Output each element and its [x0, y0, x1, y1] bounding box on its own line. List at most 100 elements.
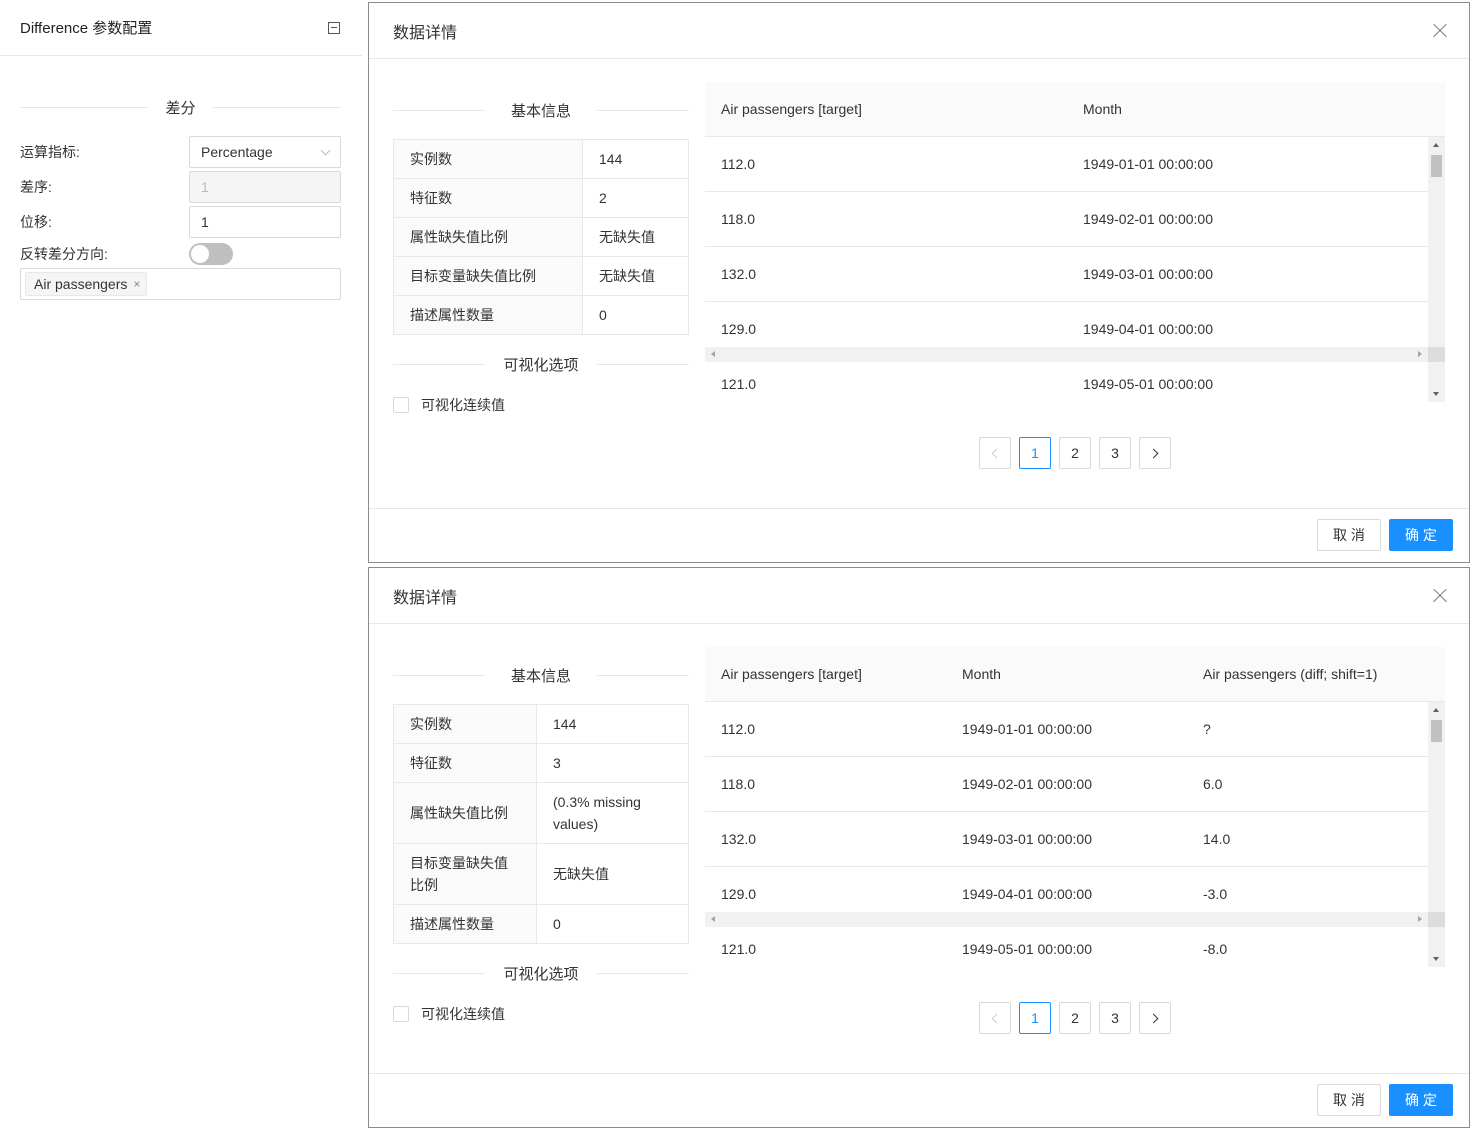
table-cell: 1949-05-01 00:00:00 — [962, 941, 1092, 957]
info-value: 2 — [582, 178, 689, 218]
shift-input-value: 1 — [201, 214, 209, 230]
table-cell: 132.0 — [721, 266, 757, 282]
info-row: 描述属性数量 0 — [393, 295, 689, 335]
reverse-label: 反转差分方向: — [20, 246, 108, 262]
cancel-button[interactable]: 取 消 — [1317, 519, 1381, 551]
page-3-button[interactable]: 3 — [1099, 1002, 1131, 1034]
table-cell: 118.0 — [721, 211, 755, 227]
page-1-button[interactable]: 1 — [1019, 1002, 1051, 1034]
dialog-footer: 取 消 确 定 — [369, 508, 1469, 562]
table-cell: 121.0 — [721, 941, 757, 957]
collapse-icon[interactable] — [328, 21, 340, 34]
column-header[interactable]: Air passengers [target] — [721, 82, 862, 137]
prev-page-button[interactable] — [979, 437, 1011, 469]
column-header[interactable]: Month — [1083, 82, 1122, 137]
info-value: 0 — [536, 904, 689, 944]
scroll-up-icon[interactable] — [1433, 143, 1439, 147]
table-cell: 1949-02-01 00:00:00 — [962, 776, 1092, 792]
close-icon[interactable]: × — [133, 277, 140, 291]
table-cell: 1949-03-01 00:00:00 — [962, 831, 1092, 847]
column-header[interactable]: Air passengers (diff; shift=1) — [1203, 647, 1377, 702]
scroll-thumb[interactable] — [1431, 720, 1442, 742]
page-2-button[interactable]: 2 — [1059, 437, 1091, 469]
shift-label: 位移: — [20, 214, 52, 230]
page-1-button[interactable]: 1 — [1019, 437, 1051, 469]
shift-input[interactable]: 1 — [189, 206, 341, 238]
scroll-thumb[interactable] — [1431, 155, 1442, 177]
table-cell: 14.0 — [1203, 831, 1231, 847]
scroll-up-icon[interactable] — [1433, 708, 1439, 712]
table-cell: 118.0 — [721, 776, 755, 792]
info-table: 实例数 144 特征数 2 属性缺失值比例 无缺失值 目标变量缺失值比例 无缺失… — [393, 139, 689, 335]
table-row: 121.0 1949-05-01 00:00:00 -8.0 — [705, 922, 1428, 967]
info-value: 无缺失值 — [582, 256, 689, 296]
cancel-button[interactable]: 取 消 — [1317, 1084, 1381, 1116]
column-header[interactable]: Month — [962, 647, 1001, 702]
column-select[interactable]: Air passengers × — [20, 268, 341, 300]
page-2-button[interactable]: 2 — [1059, 1002, 1091, 1034]
section-divider-difference: 差分 — [20, 96, 341, 118]
data-grid: Air passengers [target] Month 112.0 1949… — [705, 82, 1445, 418]
chevron-right-icon — [1148, 1013, 1159, 1023]
page-3-button[interactable]: 3 — [1099, 437, 1131, 469]
vis-options-title: 可视化选项 — [503, 357, 579, 374]
info-row: 特征数 2 — [393, 178, 689, 218]
info-row: 目标变量缺失值比例 无缺失值 — [393, 256, 689, 296]
info-key: 实例数 — [393, 704, 537, 744]
table-cell: 1949-01-01 00:00:00 — [962, 721, 1092, 737]
table-cell: 1949-01-01 00:00:00 — [1083, 156, 1213, 172]
info-panel: 基本信息 实例数 144 特征数 2 属性缺失值比例 无缺失值 目标变量缺失值比… — [393, 99, 689, 429]
vertical-scrollbar[interactable] — [1428, 137, 1445, 402]
scroll-down-icon[interactable] — [1433, 957, 1439, 961]
chevron-left-icon — [991, 1013, 1002, 1023]
dialog-header: 数据详情 — [369, 3, 1469, 59]
ok-button[interactable]: 确 定 — [1389, 519, 1453, 551]
metric-select-value: Percentage — [201, 144, 273, 160]
column-header[interactable]: Air passengers [target] — [721, 647, 862, 702]
vertical-scrollbar[interactable] — [1428, 702, 1445, 967]
table-cell: 1949-02-01 00:00:00 — [1083, 211, 1213, 227]
config-panel-title: Difference 参数配置 — [20, 20, 153, 37]
info-value: 144 — [582, 139, 689, 179]
table-row: 112.0 1949-01-01 00:00:00 — [705, 137, 1428, 192]
table-row: 118.0 1949-02-01 00:00:00 — [705, 192, 1428, 247]
vis-continuous-option[interactable]: 可视化连续值 — [393, 1004, 505, 1024]
scroll-down-icon[interactable] — [1433, 392, 1439, 396]
vis-continuous-checkbox[interactable] — [393, 397, 409, 413]
scroll-right-icon[interactable] — [1418, 916, 1422, 922]
chevron-right-icon — [1148, 448, 1159, 458]
table-cell: ? — [1203, 721, 1211, 737]
next-page-button[interactable] — [1139, 437, 1171, 469]
chevron-left-icon — [991, 448, 1002, 458]
next-page-button[interactable] — [1139, 1002, 1171, 1034]
info-row: 特征数 3 — [393, 743, 689, 783]
info-key: 描述属性数量 — [393, 904, 537, 944]
ok-button[interactable]: 确 定 — [1389, 1084, 1453, 1116]
reverse-toggle[interactable] — [189, 243, 233, 265]
info-row: 属性缺失值比例 (0.3% missing values) — [393, 782, 689, 844]
vis-options-title: 可视化选项 — [503, 966, 579, 983]
vis-options-heading: 可视化选项 — [393, 962, 689, 984]
close-icon[interactable] — [1433, 589, 1447, 603]
table-cell: 112.0 — [721, 721, 755, 737]
vis-options-heading: 可视化选项 — [393, 353, 689, 375]
close-icon[interactable] — [1433, 24, 1447, 38]
basic-info-title: 基本信息 — [510, 103, 571, 120]
order-row: 差序: 1 — [20, 171, 341, 203]
config-panel-header: Difference 参数配置 — [0, 0, 362, 56]
dialog-footer: 取 消 确 定 — [369, 1073, 1469, 1127]
table-cell: 1949-05-01 00:00:00 — [1083, 376, 1213, 392]
horizontal-scrollbar[interactable] — [705, 912, 1428, 927]
info-row: 实例数 144 — [393, 139, 689, 179]
basic-info-title: 基本信息 — [510, 668, 571, 685]
vis-continuous-option[interactable]: 可视化连续值 — [393, 395, 505, 415]
horizontal-scrollbar[interactable] — [705, 347, 1428, 362]
prev-page-button[interactable] — [979, 1002, 1011, 1034]
vis-continuous-checkbox[interactable] — [393, 1006, 409, 1022]
grid-body: 112.0 1949-01-01 00:00:00 118.0 1949-02-… — [705, 137, 1445, 402]
scroll-left-icon[interactable] — [711, 351, 715, 357]
pagination: 1 2 3 — [979, 1002, 1171, 1034]
scroll-right-icon[interactable] — [1418, 351, 1422, 357]
metric-select[interactable]: Percentage — [189, 136, 341, 168]
scroll-left-icon[interactable] — [711, 916, 715, 922]
